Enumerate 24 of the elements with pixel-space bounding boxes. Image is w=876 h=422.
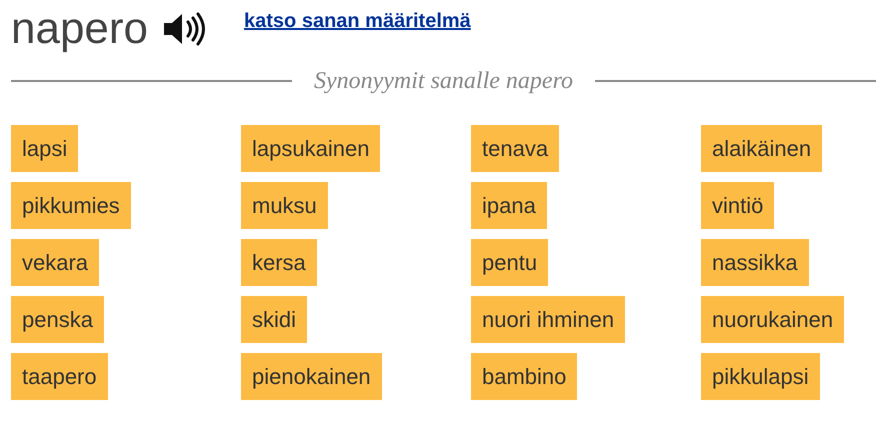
section-heading: Synonyymit sanalle napero <box>312 68 574 94</box>
synonym-link[interactable]: pikkumies <box>11 182 131 229</box>
synonym-link[interactable]: nassikka <box>701 239 809 286</box>
synonym-link[interactable]: bambino <box>471 353 578 400</box>
synonym-link[interactable]: penska <box>11 296 104 343</box>
synonym-link[interactable]: pentu <box>471 239 548 286</box>
synonym-link[interactable]: nuorukainen <box>701 296 844 343</box>
synonym-link[interactable]: vintiö <box>701 182 774 229</box>
synonym-link[interactable]: ipana <box>471 182 547 229</box>
synonym-link[interactable]: pienokainen <box>241 353 382 400</box>
synonym-link[interactable]: tenava <box>471 125 560 172</box>
synonym-link[interactable]: pikkulapsi <box>701 353 820 400</box>
word-title: napero <box>11 7 148 51</box>
synonym-link[interactable]: vekara <box>11 239 100 286</box>
synonym-link[interactable]: lapsukainen <box>241 125 380 172</box>
synonym-link[interactable]: taapero <box>11 353 108 400</box>
synonym-link[interactable]: kersa <box>241 239 317 286</box>
synonym-link[interactable]: skidi <box>241 296 308 343</box>
synonym-link[interactable]: lapsi <box>11 125 78 172</box>
definition-link[interactable]: katso sanan määritelmä <box>244 10 471 32</box>
speaker-icon[interactable] <box>162 11 206 47</box>
synonym-link[interactable]: nuori ihminen <box>471 296 626 343</box>
synonym-link[interactable]: muksu <box>241 182 328 229</box>
synonym-link[interactable]: alaikäinen <box>701 125 822 172</box>
